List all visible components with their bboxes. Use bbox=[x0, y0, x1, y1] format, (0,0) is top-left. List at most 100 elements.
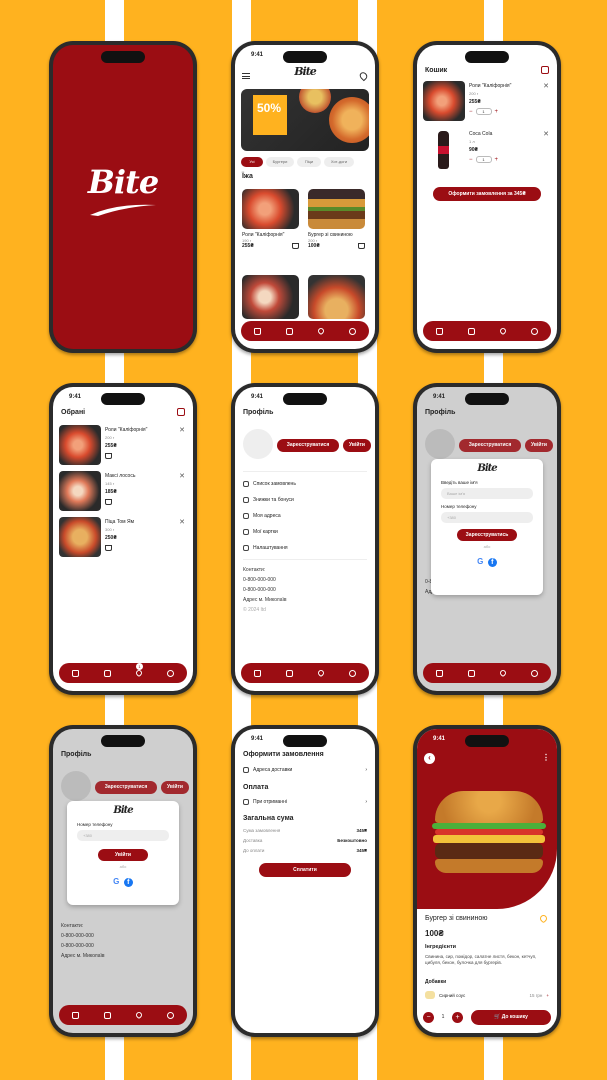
status-time: 9:41 bbox=[433, 736, 446, 742]
facebook-icon[interactable]: f bbox=[487, 558, 497, 567]
qty-value[interactable]: 1 bbox=[475, 108, 492, 115]
register-submit-button[interactable]: Зареєструватись bbox=[457, 529, 517, 541]
name-field[interactable]: Ваше ім'я bbox=[441, 488, 533, 499]
login-button[interactable]: Увійти bbox=[161, 781, 189, 794]
header-logo: Bite bbox=[294, 65, 317, 78]
chevron-right-icon: › bbox=[365, 767, 367, 773]
category-chip[interactable]: Бургери bbox=[266, 157, 294, 167]
pizza-image bbox=[59, 517, 101, 557]
heart-icon[interactable] bbox=[498, 326, 508, 336]
google-icon[interactable]: G bbox=[113, 877, 119, 886]
register-button[interactable]: Зареєструватися bbox=[459, 439, 521, 452]
register-button[interactable]: Зареєструватися bbox=[277, 439, 339, 452]
menu-label: Знижки та бонуси bbox=[253, 497, 294, 503]
phone-link[interactable]: 0-800-000-000 bbox=[243, 575, 287, 585]
heart-icon[interactable] bbox=[316, 326, 326, 336]
heart-icon[interactable] bbox=[498, 668, 508, 678]
menu-label: Мої картки bbox=[253, 529, 278, 535]
phone-link[interactable]: 0-800-000-000 bbox=[243, 585, 287, 595]
back-icon[interactable]: ‹ bbox=[424, 753, 435, 764]
plus-icon[interactable]: + bbox=[546, 993, 549, 998]
cart-icon[interactable] bbox=[358, 243, 365, 249]
cart-icon[interactable] bbox=[105, 453, 112, 459]
heart-icon[interactable] bbox=[134, 668, 144, 678]
product-card[interactable]: Бургер зі свининою 200 г 100₴ bbox=[308, 189, 365, 249]
cart-icon[interactable] bbox=[285, 327, 293, 335]
menu-orders[interactable]: Список замовлень bbox=[243, 481, 296, 487]
category-chip[interactable]: Усі bbox=[241, 157, 263, 167]
home-icon[interactable] bbox=[435, 327, 443, 335]
minus-icon[interactable]: − bbox=[423, 1011, 434, 1023]
dynamic-island bbox=[465, 735, 509, 747]
menu-discounts[interactable]: Знижки та бонуси bbox=[243, 497, 294, 503]
cart-icon[interactable] bbox=[467, 669, 475, 677]
heart-icon[interactable] bbox=[316, 668, 326, 678]
avatar[interactable] bbox=[243, 429, 273, 459]
cart-icon[interactable] bbox=[292, 243, 299, 249]
login-button[interactable]: Увійти bbox=[525, 439, 553, 452]
cart-icon[interactable] bbox=[103, 669, 111, 677]
category-chip[interactable]: Піци bbox=[297, 157, 321, 167]
cart-icon[interactable] bbox=[103, 1011, 111, 1019]
minus-icon[interactable]: − bbox=[469, 157, 473, 163]
close-icon[interactable]: ✕ bbox=[179, 472, 185, 480]
register-button[interactable]: Зареєструватися bbox=[95, 781, 157, 794]
menu-cards[interactable]: Мої картки bbox=[243, 529, 278, 535]
divider bbox=[243, 471, 367, 472]
close-icon[interactable]: ✕ bbox=[179, 426, 185, 434]
heart-icon[interactable] bbox=[134, 1010, 144, 1020]
home-icon[interactable] bbox=[435, 669, 443, 677]
plus-icon[interactable]: + bbox=[495, 109, 499, 115]
user-icon[interactable] bbox=[531, 327, 539, 335]
home-icon[interactable] bbox=[253, 669, 261, 677]
cart-icon[interactable] bbox=[467, 327, 475, 335]
add-to-cart-button[interactable]: 🛒 До кошику bbox=[471, 1009, 551, 1025]
product-card[interactable]: Роли "Каліфорнія" 190 г 255₴ bbox=[242, 189, 299, 249]
delivery-row[interactable]: Адреса доставки › bbox=[243, 767, 367, 773]
user-icon[interactable] bbox=[167, 1011, 175, 1019]
trash-icon[interactable] bbox=[177, 408, 185, 416]
percent-icon bbox=[243, 497, 249, 503]
phone-field[interactable]: +380 bbox=[441, 512, 533, 523]
contacts-label: Контакти: bbox=[243, 567, 266, 573]
close-icon[interactable]: ✕ bbox=[543, 130, 549, 138]
heart-icon[interactable] bbox=[538, 913, 549, 924]
login-modal: Bite Номер телефону +380 Увійти або G f bbox=[67, 801, 179, 905]
minus-icon[interactable]: − bbox=[469, 109, 473, 115]
trash-icon[interactable] bbox=[541, 66, 549, 74]
menu-address[interactable]: Моя адреса bbox=[243, 513, 281, 519]
user-icon[interactable] bbox=[167, 669, 175, 677]
cart-icon[interactable] bbox=[105, 499, 112, 505]
category-chip[interactable]: Хот-доги bbox=[324, 157, 354, 167]
salmon-image bbox=[59, 471, 101, 511]
login-button[interactable]: Увійти bbox=[343, 439, 371, 452]
more-icon[interactable]: ⋮ bbox=[542, 753, 550, 762]
sum-row: До оплати 345₴ bbox=[243, 848, 367, 853]
close-icon[interactable]: ✕ bbox=[543, 82, 549, 90]
cart-icon[interactable] bbox=[105, 545, 112, 551]
address-text: Адрес м. Миколаїв bbox=[61, 953, 105, 959]
cart-icon[interactable] bbox=[285, 669, 293, 677]
user-icon[interactable] bbox=[349, 669, 357, 677]
qty-value[interactable]: 1 bbox=[475, 156, 492, 163]
home-icon[interactable] bbox=[71, 1011, 79, 1019]
plus-icon[interactable]: + bbox=[495, 157, 499, 163]
menu-settings[interactable]: Налаштування bbox=[243, 545, 288, 551]
home-icon[interactable] bbox=[71, 669, 79, 677]
plus-icon[interactable]: + bbox=[452, 1011, 463, 1023]
phone-field[interactable]: +380 bbox=[77, 830, 169, 841]
promo-banner[interactable]: 50% bbox=[241, 89, 369, 151]
or-text: або bbox=[483, 544, 491, 549]
google-icon[interactable]: G bbox=[477, 557, 483, 566]
login-submit-button[interactable]: Увійти bbox=[98, 849, 148, 861]
close-icon[interactable]: ✕ bbox=[179, 518, 185, 526]
home-icon[interactable] bbox=[253, 327, 261, 335]
payment-row[interactable]: При отриманні › bbox=[243, 799, 367, 805]
payment-title: Оплата bbox=[243, 784, 269, 791]
user-icon[interactable] bbox=[349, 327, 357, 335]
quantity-stepper: −1 + bbox=[469, 108, 498, 115]
checkout-button[interactable]: Оформити замовлення за 345₴ bbox=[433, 187, 541, 201]
facebook-icon[interactable]: f bbox=[123, 878, 133, 887]
pay-button[interactable]: Сплатити bbox=[259, 863, 351, 877]
user-icon[interactable] bbox=[531, 669, 539, 677]
